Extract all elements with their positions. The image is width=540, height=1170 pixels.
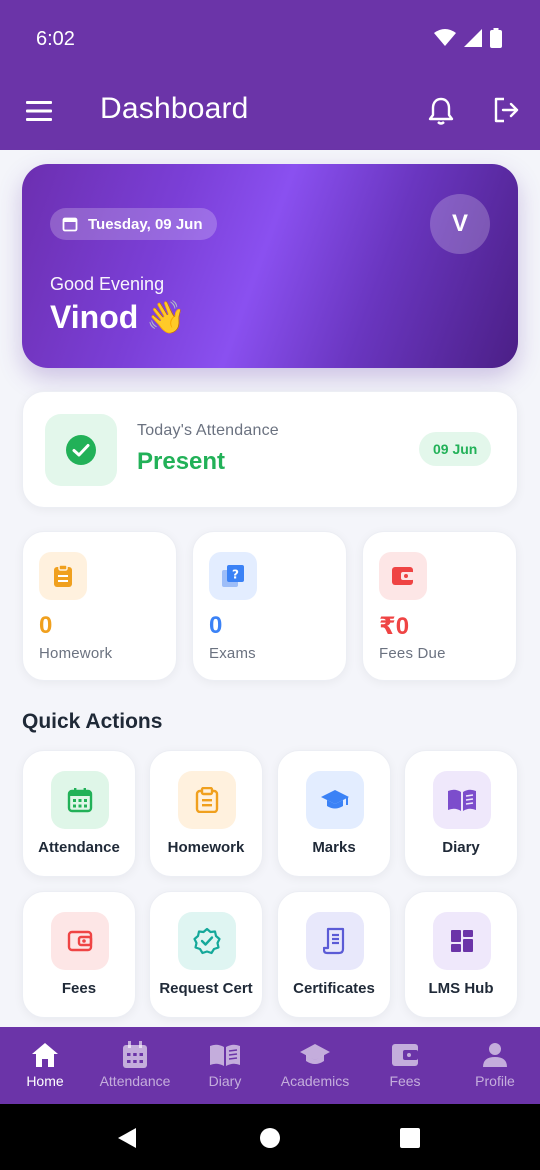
- stat-value: 0: [209, 612, 223, 639]
- attendance-label: Today's Attendance: [137, 422, 279, 439]
- quick-action-fees[interactable]: Fees: [22, 891, 136, 1018]
- quick-action-request-cert[interactable]: Request Cert: [149, 891, 263, 1018]
- nav-label: Diary: [208, 1073, 242, 1089]
- logout-icon[interactable]: [492, 96, 520, 124]
- system-navigation-bar: [0, 1104, 540, 1170]
- wallet-icon: [379, 552, 427, 600]
- nav-profile[interactable]: Profile: [450, 1027, 540, 1104]
- avatar-initial: V: [451, 210, 468, 237]
- graduation-cap-icon: [299, 1041, 331, 1069]
- stat-card-exams[interactable]: ? 0 Exams: [192, 531, 347, 681]
- quick-action-label: Attendance: [38, 839, 120, 856]
- svg-text:?: ?: [232, 568, 239, 582]
- quick-action-label: Diary: [442, 839, 480, 856]
- wallet-icon: [391, 1041, 419, 1069]
- stat-label: Fees Due: [379, 645, 446, 662]
- nav-label: Academics: [280, 1073, 350, 1089]
- bottom-navigation: Home Attendance Diary Academics Fees Pro…: [0, 1027, 540, 1104]
- quick-action-label: LMS Hub: [428, 980, 494, 997]
- quick-action-label: Fees: [61, 980, 97, 997]
- stat-label: Exams: [209, 645, 256, 662]
- home-icon: [31, 1041, 59, 1069]
- wallet-icon: [51, 912, 109, 970]
- quick-action-label: Marks: [312, 839, 356, 856]
- check-circle-icon: [66, 435, 96, 465]
- quiz-icon: ?: [209, 552, 257, 600]
- calendar-icon: [51, 771, 109, 829]
- quick-action-diary[interactable]: Diary: [404, 750, 518, 877]
- user-name-text: Vinod: [50, 298, 139, 335]
- battery-icon: [490, 28, 502, 48]
- quick-actions-title: Quick Actions: [22, 710, 163, 733]
- quick-action-label: Request Cert: [159, 980, 253, 997]
- stat-label: Homework: [39, 645, 113, 662]
- nav-fees[interactable]: Fees: [360, 1027, 450, 1104]
- wave-emoji: 👋: [146, 299, 187, 335]
- home-circle-icon[interactable]: [259, 1127, 281, 1149]
- quick-action-label: Homework: [167, 839, 245, 856]
- status-time: 6:02: [36, 28, 75, 50]
- quick-action-marks[interactable]: Marks: [277, 750, 391, 877]
- nav-label: Home: [26, 1073, 64, 1089]
- dashboard-grid-icon: [433, 912, 491, 970]
- quick-action-attendance[interactable]: Attendance: [22, 750, 136, 877]
- nav-label: Attendance: [99, 1073, 171, 1089]
- avatar[interactable]: V: [430, 194, 490, 254]
- app-bar: Dashboard: [0, 76, 540, 150]
- nav-home[interactable]: Home: [0, 1027, 90, 1104]
- quick-action-homework[interactable]: Homework: [149, 750, 263, 877]
- back-icon[interactable]: [116, 1127, 138, 1149]
- calendar-icon: [122, 1041, 148, 1069]
- verified-badge-icon: [178, 912, 236, 970]
- attendance-status: Present: [137, 448, 226, 475]
- graduation-cap-icon: [306, 771, 364, 829]
- attendance-status-icon-box: [45, 414, 117, 486]
- greeting-text: Good Evening: [50, 274, 165, 294]
- attendance-card[interactable]: Today's Attendance Present 09 Jun: [22, 391, 518, 508]
- clipboard-icon: [39, 552, 87, 600]
- quick-action-certificates[interactable]: Certificates: [277, 891, 391, 1018]
- greeting-card: Tuesday, 09 Jun V Good Evening Vinod 👋: [22, 164, 518, 368]
- nav-label: Fees: [389, 1073, 421, 1089]
- notification-bell-icon[interactable]: [428, 96, 454, 126]
- nav-academics[interactable]: Academics: [270, 1027, 360, 1104]
- nav-label: Profile: [475, 1073, 515, 1089]
- stat-value: ₹0: [379, 613, 410, 640]
- status-bar: 6:02: [0, 0, 540, 76]
- clipboard-icon: [178, 771, 236, 829]
- date-pill: Tuesday, 09 Jun: [50, 208, 217, 240]
- page-title: Dashboard: [100, 92, 249, 125]
- quick-action-label: Certificates: [293, 980, 375, 997]
- wifi-icon: [434, 29, 456, 46]
- document-icon: [306, 912, 364, 970]
- stat-card-fees-due[interactable]: ₹0 Fees Due: [362, 531, 517, 681]
- stat-value: 0: [39, 612, 53, 639]
- nav-attendance[interactable]: Attendance: [90, 1027, 180, 1104]
- person-icon: [482, 1041, 508, 1069]
- recents-icon[interactable]: [399, 1127, 421, 1149]
- current-date: Tuesday, 09 Jun: [88, 215, 203, 233]
- menu-icon[interactable]: [26, 98, 52, 124]
- cell-signal-icon: [464, 29, 482, 47]
- stat-card-homework[interactable]: 0 Homework: [22, 531, 177, 681]
- user-name: Vinod 👋: [50, 298, 186, 336]
- attendance-date-badge: 09 Jun: [419, 432, 492, 466]
- nav-diary[interactable]: Diary: [180, 1027, 270, 1104]
- book-icon: [209, 1041, 241, 1069]
- calendar-icon: [62, 217, 78, 232]
- book-icon: [433, 771, 491, 829]
- quick-action-lms-hub[interactable]: LMS Hub: [404, 891, 518, 1018]
